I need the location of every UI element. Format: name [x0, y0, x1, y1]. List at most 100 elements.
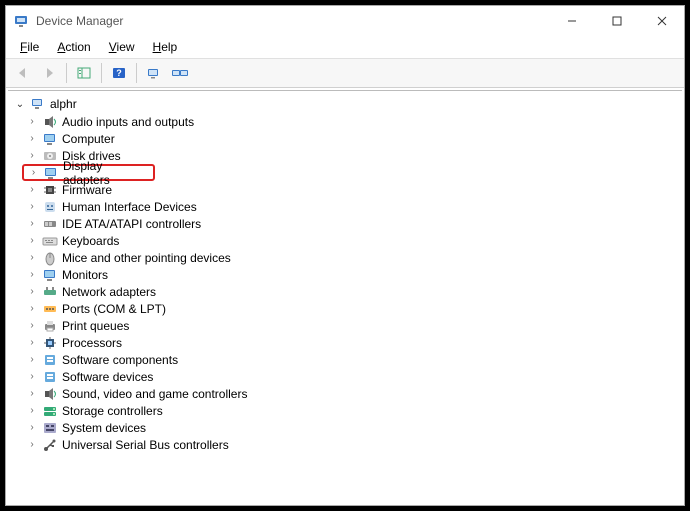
- chevron-right-icon[interactable]: ›: [26, 235, 38, 246]
- category-label: Processors: [62, 336, 122, 350]
- chevron-right-icon[interactable]: ›: [26, 218, 38, 229]
- tree-category-network-adapters[interactable]: › Network adapters: [22, 283, 680, 300]
- tree-category-display-adapters[interactable]: ›Display adapters: [22, 164, 155, 181]
- category-label: System devices: [62, 421, 146, 435]
- chevron-right-icon[interactable]: ›: [26, 201, 38, 212]
- category-label: IDE ATA/ATAPI controllers: [62, 217, 201, 231]
- window-title: Device Manager: [36, 14, 549, 28]
- tree-category-system-devices[interactable]: › System devices: [22, 419, 680, 436]
- monitor-icon: [42, 267, 58, 283]
- app-icon: [14, 13, 30, 29]
- category-label: Print queues: [62, 319, 129, 333]
- tree-category-storage-controllers[interactable]: › Storage controllers: [22, 402, 680, 419]
- scan-changes-button[interactable]: [169, 62, 191, 84]
- close-button[interactable]: [639, 6, 684, 36]
- chevron-right-icon[interactable]: ›: [26, 422, 38, 433]
- chevron-right-icon[interactable]: ›: [26, 337, 38, 348]
- svg-text:?: ?: [116, 68, 122, 78]
- tree-category-software-devices[interactable]: › Software devices: [22, 368, 680, 385]
- device-tree[interactable]: ⌄ alphr › Audio inputs and outputs › Comput…: [8, 90, 682, 503]
- category-label: Mice and other pointing devices: [62, 251, 231, 265]
- disk-icon: [42, 148, 58, 164]
- toolbar: ?: [6, 59, 684, 88]
- titlebar: Device Manager: [6, 6, 684, 36]
- tree-category-keyboards[interactable]: › Keyboards: [22, 232, 680, 249]
- chevron-right-icon[interactable]: ›: [26, 133, 38, 144]
- category-label: Computer: [62, 132, 115, 146]
- storage-icon: [42, 403, 58, 419]
- category-label: Network adapters: [62, 285, 156, 299]
- root-label: alphr: [50, 97, 77, 111]
- mouse-icon: [42, 250, 58, 266]
- tree-category-print-queues[interactable]: › Print queues: [22, 317, 680, 334]
- chevron-right-icon[interactable]: ›: [26, 371, 38, 382]
- category-label: Storage controllers: [62, 404, 163, 418]
- chevron-right-icon[interactable]: ›: [26, 286, 38, 297]
- category-label: Firmware: [62, 183, 112, 197]
- printer-icon: [42, 318, 58, 334]
- device-manager-window: Device Manager File Action View Help ? ⌄…: [5, 5, 685, 506]
- tree-category-monitors[interactable]: › Monitors: [22, 266, 680, 283]
- category-label: Human Interface Devices: [62, 200, 197, 214]
- tree-category-universal-serial-bus-controllers[interactable]: › Universal Serial Bus controllers: [22, 436, 680, 453]
- network-icon: [42, 284, 58, 300]
- category-label: Audio inputs and outputs: [62, 115, 194, 129]
- chevron-right-icon[interactable]: ›: [26, 405, 38, 416]
- menu-help[interactable]: Help: [145, 38, 186, 56]
- tree-category-audio-inputs-and-outputs[interactable]: › Audio inputs and outputs: [22, 113, 680, 130]
- maximize-button[interactable]: [594, 6, 639, 36]
- chevron-down-icon[interactable]: ⌄: [14, 99, 26, 110]
- chevron-right-icon[interactable]: ›: [26, 354, 38, 365]
- chevron-right-icon[interactable]: ›: [28, 167, 39, 178]
- help-button[interactable]: ?: [108, 62, 130, 84]
- tree-category-human-interface-devices[interactable]: › Human Interface Devices: [22, 198, 680, 215]
- chevron-right-icon[interactable]: ›: [26, 116, 38, 127]
- tree-category-computer[interactable]: › Computer: [22, 130, 680, 147]
- speaker-icon: [42, 386, 58, 402]
- ide-icon: [42, 216, 58, 232]
- category-label: Keyboards: [62, 234, 119, 248]
- chevron-right-icon[interactable]: ›: [26, 269, 38, 280]
- port-icon: [42, 301, 58, 317]
- computer-icon: [30, 96, 46, 112]
- hid-icon: [42, 199, 58, 215]
- chip-icon: [42, 182, 58, 198]
- keyboard-icon: [42, 233, 58, 249]
- toolbar-separator: [101, 63, 102, 83]
- category-label: Software devices: [62, 370, 153, 384]
- usb-icon: [42, 437, 58, 453]
- chevron-right-icon[interactable]: ›: [26, 303, 38, 314]
- menu-view[interactable]: View: [101, 38, 143, 56]
- software-icon: [42, 352, 58, 368]
- chevron-right-icon[interactable]: ›: [26, 252, 38, 263]
- tree-category-software-components[interactable]: ›Software components: [22, 351, 680, 368]
- minimize-button[interactable]: [549, 6, 594, 36]
- tree-root[interactable]: ⌄ alphr: [10, 95, 680, 113]
- chevron-right-icon[interactable]: ›: [26, 439, 38, 450]
- software-icon: [42, 369, 58, 385]
- category-label: Universal Serial Bus controllers: [62, 438, 229, 452]
- speaker-icon: [42, 114, 58, 130]
- chevron-right-icon[interactable]: ›: [26, 150, 38, 161]
- system-icon: [42, 420, 58, 436]
- back-button[interactable]: [12, 62, 34, 84]
- tree-category-ports-com-lpt-[interactable]: ›Ports (COM & LPT): [22, 300, 680, 317]
- tree-category-mice-and-other-pointing-devices[interactable]: › Mice and other pointing devices: [22, 249, 680, 266]
- tree-category-processors[interactable]: › Processors: [22, 334, 680, 351]
- chevron-right-icon[interactable]: ›: [26, 320, 38, 331]
- chevron-right-icon[interactable]: ›: [26, 184, 38, 195]
- show-hide-tree-button[interactable]: [73, 62, 95, 84]
- menubar: File Action View Help: [6, 36, 684, 59]
- toolbar-separator: [66, 63, 67, 83]
- forward-button[interactable]: [38, 62, 60, 84]
- menu-action[interactable]: Action: [49, 38, 98, 56]
- tree-category-sound-video-and-game-controllers[interactable]: ›Sound, video and game controllers: [22, 385, 680, 402]
- scan-hardware-button[interactable]: [143, 62, 165, 84]
- monitor-icon: [42, 131, 58, 147]
- category-label: Monitors: [62, 268, 108, 282]
- monitor-icon: [43, 165, 59, 181]
- menu-file[interactable]: File: [12, 38, 47, 56]
- tree-category-ide-ata-atapi-controllers[interactable]: › IDE ATA/ATAPI controllers: [22, 215, 680, 232]
- window-controls: [549, 6, 684, 36]
- chevron-right-icon[interactable]: ›: [26, 388, 38, 399]
